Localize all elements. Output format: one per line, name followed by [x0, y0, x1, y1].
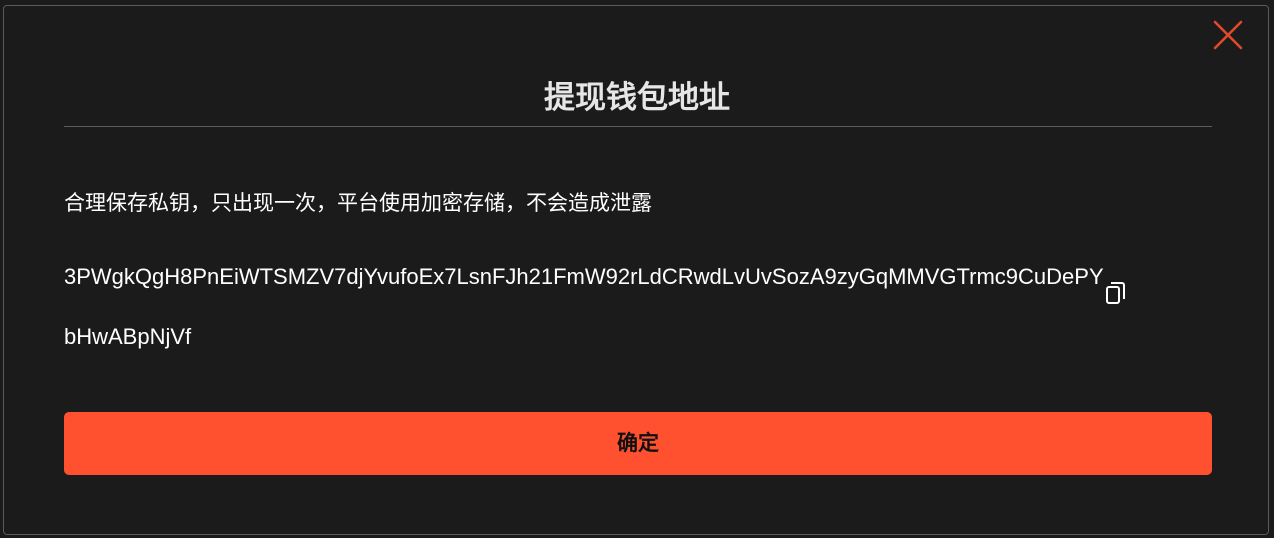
title-divider — [64, 126, 1212, 127]
copy-button[interactable] — [1104, 281, 1126, 307]
confirm-button[interactable]: 确定 — [64, 412, 1212, 475]
withdraw-wallet-dialog: 提现钱包地址 合理保存私钥，只出现一次，平台使用加密存储，不会造成泄露 3PWg… — [3, 5, 1269, 535]
close-icon — [1213, 20, 1243, 50]
copy-icon — [1106, 282, 1125, 304]
private-key-text: 3PWgkQgH8PnEiWTSMZV7djYvufoEx7LsnFJh21Fm… — [64, 264, 1104, 349]
close-button[interactable] — [1212, 19, 1244, 51]
security-notice: 合理保存私钥，只出现一次，平台使用加密存储，不会造成泄露 — [64, 191, 652, 215]
dialog-title: 提现钱包地址 — [544, 80, 730, 116]
